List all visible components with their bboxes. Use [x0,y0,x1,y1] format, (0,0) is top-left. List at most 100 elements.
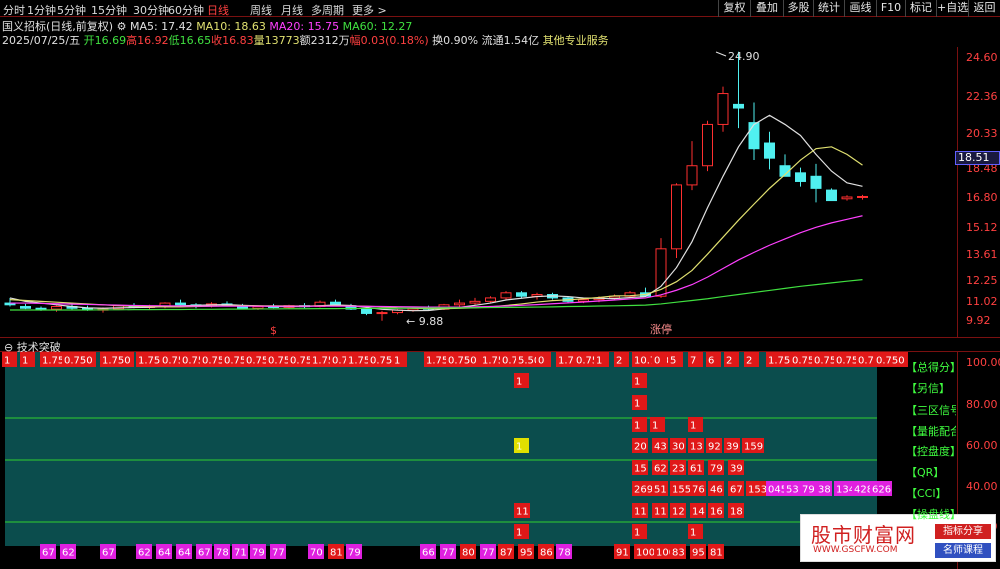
indicator-header: ⊖ 技术突破 [0,337,1000,354]
indicator-cell-text: 64 [158,548,171,559]
indicator-cell-text: 0 [654,356,660,367]
candle-body-47 [733,103,744,109]
high-annotation: 24.90 [728,50,760,63]
tab-3[interactable]: 15分钟 [91,2,127,18]
indicator-cell-0-33: 2 [724,352,739,367]
toolbar-button-1[interactable]: 叠加 [750,0,783,17]
tab-0[interactable]: 分时 [3,2,25,18]
limit-up-marker: 涨停 [650,322,672,336]
indicator-cell-text: 11 [516,507,529,518]
tab-6[interactable]: 日线 [207,2,229,18]
indicator-cell-text: 0.750 [64,356,93,367]
indicator-cell-text: 1 [516,528,522,539]
toolbar-button-8[interactable]: 返回 [968,0,1000,17]
indicator-tick-0: 100.00 [966,356,1000,369]
volume-value: 量13773 [253,34,300,47]
indicator-cell-4-5: 92 [706,438,722,453]
indicator-cell-text: 70 [310,548,323,559]
indicator-cell-text: 15 [634,464,647,475]
indicator-cell-9-4: 64 [156,544,172,559]
candle-body-49 [764,142,775,159]
indicator-cell-text: 1 [652,421,658,432]
open-value: 开16.69 [83,34,127,47]
indicator-cell-1-1: 1 [632,373,647,388]
tab-10[interactable]: 更多 > [352,2,387,18]
toolbar: 分时 1分钟 5分钟 15分钟 30分钟 60分钟 日线 周线 月线 多周期 更多 > 复权 叠加 多股统… [0,0,1000,17]
indicator-cell-text: 61 [690,464,703,475]
candle-body-48 [748,122,760,150]
candle-43[interactable] [671,183,682,259]
indicator-cell-7-0: 11 [514,503,530,518]
price-tick-0: 24.60 [966,51,998,64]
indicator-row-label-1: 【另信】 [906,382,950,395]
toolbar-button-0[interactable]: 复权 [718,0,750,17]
candle-45[interactable] [702,120,713,172]
candle-body-45 [702,123,713,167]
indicator-cell-8-2: 1 [688,524,703,539]
indicator-cell-0-3: 0.750 [62,352,96,367]
indicator-cell-text: 83 [672,548,685,559]
price-axis: 24.60 22.36 20.33 18.48 16.80 15.12 13.61 12.25… [957,47,1000,337]
indicator-cell-text: 95 [692,548,705,559]
indicator-cell-6-1: 51 [652,481,668,496]
indicator-cell-text: 159 [744,442,763,453]
price-tick-6: 13.61 [966,248,998,261]
candle-body-31 [485,297,496,302]
indicator-cell-2-0: 1 [632,395,647,410]
indicator-cell-text: 64 [178,548,191,559]
watermark-url: WWW.GSCFW.COM [813,545,898,555]
indicator-cell-text: 79 [252,548,265,559]
toolbar-button-2[interactable]: 多股 [783,0,813,17]
toolbar-button-7[interactable]: +自选 [936,0,968,17]
indicator-cell-5-5: 39 [728,460,744,475]
tab-1[interactable]: 1分钟 [27,2,56,18]
indicator-cell-text: 62 [62,548,75,559]
tab-9[interactable]: 多周期 [311,2,344,18]
info-line-2: 2025/07/25/五 开16.69高16.92低16.65收16.83量13… [2,32,609,48]
toolbar-button-5[interactable]: F10 [876,0,905,17]
indicator-cell-text: 7 [690,356,696,367]
indicator-tick-2: 60.00 [966,439,998,452]
indicator-cell-text: 77 [272,548,285,559]
tab-4[interactable]: 30分钟 [133,2,169,18]
price-tick-7: 12.25 [966,274,998,287]
toolbar-button-4[interactable]: 画线 [844,0,876,17]
indicator-cell-text: 0.750 [448,356,477,367]
toolbar-button-6[interactable]: 标记 [905,0,936,17]
indicator-cell-9-18: 87 [498,544,514,559]
price-tick-1: 22.36 [966,90,998,103]
tab-2[interactable]: 5分钟 [57,2,86,18]
candle-53[interactable] [826,188,837,202]
indicator-cell-text: 67 [102,548,115,559]
candle-body-32 [500,292,512,299]
tab-5[interactable]: 60分钟 [168,2,204,18]
price-tick-8: 11.02 [966,295,998,308]
toolbar-button-3[interactable]: 统计 [813,0,844,17]
indicator-cell-text: 79 [348,548,361,559]
indicator-cell-9-21: 78 [556,544,572,559]
indicator-cell-text: 1 [634,528,640,539]
indicator-cell-6-5: 67 [728,481,744,496]
indicator-cell-6-3: 76 [690,481,706,496]
indicator-cell-9-6: 67 [196,544,212,559]
candle-body-33 [516,292,527,297]
candle-body-30 [469,300,481,304]
industry-link[interactable]: 其他专业服务 [543,34,609,47]
indicator-cell-text: 1 [634,421,640,432]
candle-body-52 [810,175,822,189]
tab-8[interactable]: 月线 [281,2,303,18]
indicator-cell-text: 1 [596,356,602,367]
candle-32[interactable] [500,291,512,300]
tab-7[interactable]: 周线 [250,2,272,18]
indicator-cell-text: 92 [708,442,721,453]
indicator-cell-6-13: 626 [870,481,892,496]
indicator-cell-text: 76 [692,485,705,496]
candle-body-44 [686,165,698,186]
candlestick-chart[interactable]: 24.90 ← 9.88 $ 涨停 [0,47,957,337]
price-tick-4: 16.80 [966,191,998,204]
indicator-cell-text: 95 [520,548,533,559]
indicator-cell-4-6: 39 [724,438,740,453]
indicator-cell-text: 62 [138,548,151,559]
indicator-cell-text: 66 [422,548,435,559]
indicator-row-label-5: 【QR】 [906,466,945,479]
